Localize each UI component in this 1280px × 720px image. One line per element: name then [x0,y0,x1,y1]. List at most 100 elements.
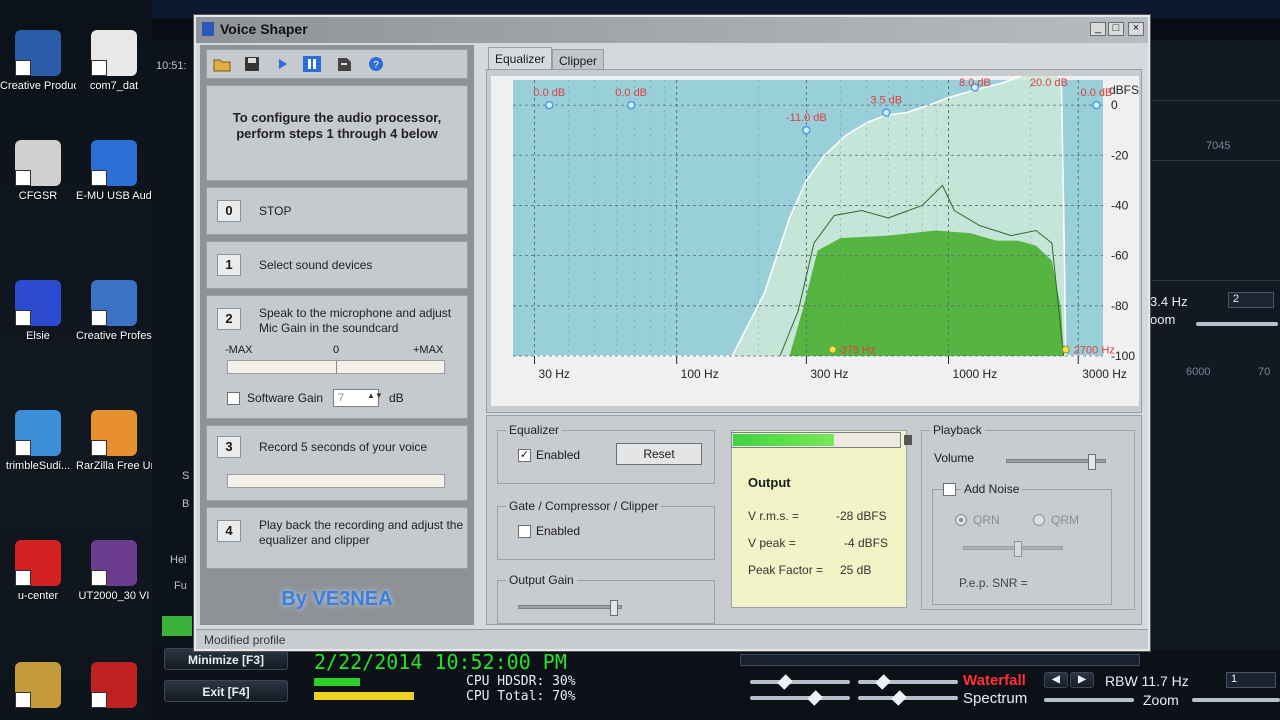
desktop-icon[interactable]: E-MU USB Audio A... [76,140,152,203]
output-level-fill [733,434,834,446]
volume-knob[interactable] [1087,454,1096,470]
gate-enabled-checkbox[interactable] [518,525,531,538]
shortcut-icon [91,540,137,586]
x-tick-label: 3000 Hz [1082,367,1127,381]
noise-level-slider[interactable] [963,541,1063,557]
export-icon[interactable] [335,56,353,72]
spectrum-label[interactable]: Spectrum [963,690,1027,707]
pause-icon[interactable] [303,56,321,72]
output-gain-knob[interactable] [610,600,619,616]
desktop-icon[interactable]: com7_dat [76,30,152,93]
step-0-label: STOP [259,204,292,218]
hdsdr-next-button[interactable]: ▶ [1070,672,1094,688]
equalizer-chart[interactable]: 0 -20 -40 -60 -80 -100 30 Hz 100 Hz 300 Hz 1000 H… [491,53,1139,406]
tab-equalizer[interactable]: Equalizer [488,47,553,69]
hdsdr-minimize-button[interactable]: Minimize [F3] [164,648,288,670]
step-3-panel[interactable]: 3 Record 5 seconds of your voice [206,425,468,501]
minimize-button[interactable]: _ [1090,22,1106,36]
eq-control-point [802,125,811,135]
eq-control-point [626,100,636,110]
vrms-label: V r.m.s. = [748,509,800,523]
open-folder-icon[interactable] [213,56,231,72]
shortcut-icon [15,410,61,456]
noise-level-knob[interactable] [1014,541,1022,557]
hdsdr-combo[interactable]: 2 [1228,292,1274,308]
hdsdr-exit-button[interactable]: Exit [F4] [164,680,288,702]
play-icon[interactable] [273,56,291,72]
desktop-icon[interactable] [76,662,152,712]
help-icon[interactable]: ? [367,56,385,72]
save-icon[interactable] [243,56,261,72]
hdsdr-rbw-combo[interactable]: 1 [1226,672,1276,688]
desktop-icon[interactable]: Elsie [0,280,76,343]
qrn-label: QRN [973,513,1000,527]
maximize-button[interactable]: □ [1108,22,1124,36]
hdsdr-zoom-slider-bottom[interactable] [1192,698,1280,702]
reset-button[interactable]: Reset [616,443,702,465]
output-peak-indicator [904,435,912,445]
output-title: Output [748,475,791,490]
hdsdr-left-label: Hel [170,554,187,566]
step-2-panel: 2 Speak to the microphone and adjust Mic… [206,295,468,419]
shortcut-icon [15,280,61,326]
shortcut-icon [15,540,61,586]
equalizer-group-label: Equalizer [506,423,563,437]
meter-zero-label: 0 [333,344,340,356]
shortcut-icon [15,30,61,76]
waterfall-label[interactable]: Waterfall [963,672,1026,689]
eq-point-label: 0.0 dB [1081,87,1113,99]
hdsdr-left-label: S [182,470,190,482]
hdsdr-zoom-slider[interactable] [1196,322,1278,326]
desktop-icon[interactable] [0,662,76,712]
desktop-icon[interactable]: u-center [0,540,76,603]
hdsdr-prev-button[interactable]: ◀ [1044,672,1068,688]
desktop-icon[interactable]: RarZilla Free Unrar [76,410,152,473]
hdsdr-slider-4[interactable] [858,690,958,706]
step-2-label: Speak to the microphone and adjust Mic G… [259,306,452,335]
title-bar[interactable]: Voice Shaper _ □ × [196,17,1148,43]
desktop-icon[interactable]: UT2000_30 VI [76,540,152,603]
window-title: Voice Shaper [220,21,308,37]
add-noise-checkbox[interactable] [943,483,956,496]
toolbar: ? [206,49,468,79]
desktop-icon[interactable]: Creative Product ... [0,30,76,93]
output-gain-slider[interactable] [518,600,622,616]
hdsdr-slider-1[interactable] [750,674,850,690]
output-level-meter [731,432,912,448]
step-0-panel[interactable]: 0 STOP [206,187,468,235]
volume-slider[interactable] [1006,454,1106,470]
tab-clipper[interactable]: Clipper [552,49,605,69]
equalizer-enabled-checkbox[interactable]: ✓ [518,449,531,462]
close-button[interactable]: × [1128,22,1144,36]
freq-label-7045: 7045 [1206,140,1231,152]
spinner-arrows-icon[interactable]: ▲▼ [367,391,383,400]
hdsdr-spectrum-slider[interactable] [1044,698,1134,702]
qrn-radio[interactable] [955,514,967,526]
eq-control-point [545,100,554,110]
eq-point-label: 20.0 dB [1030,77,1068,89]
desktop-icon-label: Elsie [26,330,50,342]
hdsdr-left-panel: 10:51: S B Hel Fu [152,40,194,650]
step-1-panel[interactable]: 1 Select sound devices [206,241,468,289]
controls-panel: Equalizer ✓ Enabled Reset Gate / Compres… [486,415,1142,625]
desktop-icon-label: u-center [17,590,59,602]
desktop-icon[interactable]: CFGSR [0,140,76,203]
step-4-panel[interactable]: 4 Play back the recording and adjust the… [206,507,468,569]
qrm-radio[interactable] [1033,514,1045,526]
meter-max-label: +MAX [413,344,444,356]
desktop-icon-label: com7_dat [89,80,139,92]
software-gain-checkbox[interactable] [227,392,240,405]
hdsdr-slider-3[interactable] [750,690,850,706]
desktop-icon[interactable]: trimbleSudi... [0,410,76,473]
qrm-label: QRM [1051,513,1079,527]
hdsdr-green-button[interactable] [162,616,192,636]
y-tick-label: 0 [1111,98,1118,112]
eq-point-label: 0.0 dB [533,87,565,99]
desktop-icon[interactable]: Creative Professio... [76,280,152,343]
add-noise-label: Add Noise [961,482,1023,496]
eq-point-label: 8.0 dB [959,77,991,89]
author-byline: By VE3NEA [281,588,393,610]
hdsdr-slider-2[interactable] [858,674,958,690]
desktop-icon-label: RarZilla Free Unrar [76,460,152,472]
software-gain-label: Software Gain [247,391,324,405]
